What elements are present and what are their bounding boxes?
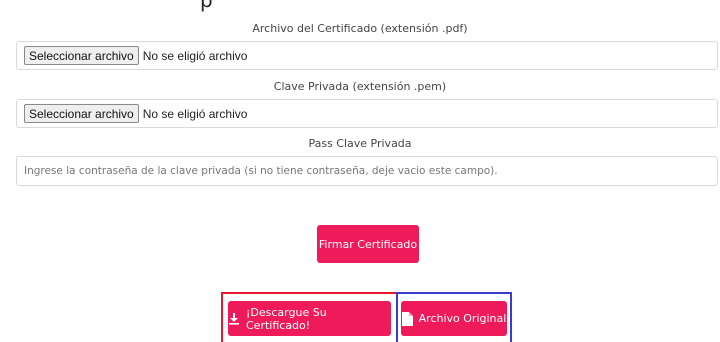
original-button-label: Archivo Original — [418, 312, 507, 325]
sign-certificate-button[interactable]: Firmar Certificado — [317, 225, 419, 263]
certificate-file-input[interactable]: Seleccionar archivo No se eligió archivo — [16, 41, 718, 70]
download-icon — [228, 312, 240, 325]
download-certificate-button[interactable]: ¡Descargue Su Certificado! — [228, 301, 391, 336]
certificate-label: Archivo del Certificado (extensión .pdf) — [252, 22, 468, 35]
password-label: Pass Clave Privada — [308, 137, 412, 150]
password-input[interactable]: Ingrese la contraseña de la clave privad… — [16, 156, 718, 186]
private-key-file-status: No se eligió archivo — [142, 106, 248, 121]
private-key-file-input[interactable]: Seleccionar archivo No se eligió archivo — [16, 99, 718, 128]
file-icon — [401, 311, 413, 326]
partial-heading: p — [200, 0, 213, 12]
original-file-button[interactable]: Archivo Original — [401, 301, 507, 336]
private-key-label: Clave Privada (extensión .pem) — [273, 80, 447, 93]
certificate-select-button[interactable]: Seleccionar archivo — [24, 46, 139, 65]
private-key-select-button[interactable]: Seleccionar archivo — [24, 104, 139, 123]
download-button-label: ¡Descargue Su Certificado! — [246, 305, 327, 332]
certificate-file-status: No se eligió archivo — [142, 48, 248, 63]
